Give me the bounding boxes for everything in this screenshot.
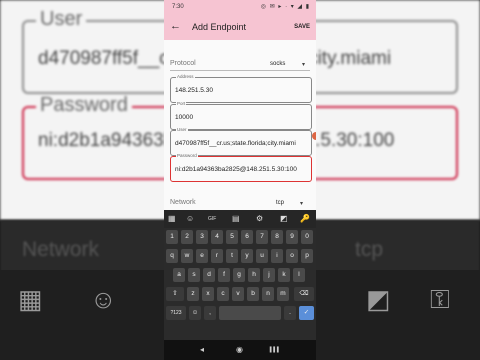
endpoint-form: Protocol socks ▾ Address 148.251.5.30 Po… — [164, 40, 316, 210]
network-label: Network — [170, 199, 196, 206]
key[interactable]: d — [203, 268, 215, 282]
key[interactable]: f — [218, 268, 230, 282]
port-value: 10000 — [175, 114, 194, 121]
backspace-key[interactable]: ⌫ — [294, 287, 314, 301]
key[interactable]: 9 — [286, 230, 298, 244]
key[interactable]: j — [263, 268, 275, 282]
key[interactable]: 1 — [166, 230, 178, 244]
port-field[interactable]: Port 10000 — [170, 101, 312, 130]
key[interactable]: e — [196, 249, 208, 263]
phone-screen: 7:30 ◎ ✉ ▸ · ▾ ◢ ▮ ← Add Endpoint SAVE P… — [164, 0, 316, 360]
protocol-select[interactable]: socks — [270, 61, 285, 67]
network-chevron-icon[interactable]: ▾ — [300, 200, 303, 207]
status-icons: ◎ ✉ ▸ · ▾ ◢ ▮ — [260, 4, 310, 10]
key[interactable]: p — [301, 249, 313, 263]
bg-sticker-icon: ☺ — [90, 284, 117, 314]
key[interactable]: 2 — [181, 230, 193, 244]
page-title: Add Endpoint — [192, 22, 247, 32]
user-value: d470987ff5f__cr.us;state.florida;city.mi… — [175, 140, 296, 147]
app-bar: ← Add Endpoint SAVE — [164, 14, 316, 40]
protocol-divider — [170, 70, 310, 71]
space-key[interactable] — [219, 306, 281, 320]
key[interactable]: t — [226, 249, 238, 263]
bg-network-value: tcp — [355, 238, 384, 261]
key[interactable]: 5 — [226, 230, 238, 244]
emoji-key[interactable]: ☺ — [189, 306, 201, 320]
key[interactable]: b — [247, 287, 259, 301]
key[interactable]: k — [278, 268, 290, 282]
bg-clipboard-icon: ◩ — [366, 284, 391, 314]
nav-recents-icon[interactable]: ▐▐▐ — [268, 347, 279, 353]
key[interactable]: 7 — [256, 230, 268, 244]
password-key-icon[interactable]: 🔑 — [300, 214, 310, 223]
key[interactable]: s — [188, 268, 200, 282]
key[interactable]: c — [217, 287, 229, 301]
key[interactable]: g — [233, 268, 245, 282]
key[interactable]: y — [241, 249, 253, 263]
back-arrow-icon[interactable]: ← — [170, 20, 181, 32]
edge-handle[interactable] — [312, 132, 316, 140]
bg-grid-icon: ▦ — [18, 284, 43, 314]
key[interactable]: h — [248, 268, 260, 282]
shift-key[interactable]: ⇧ — [166, 287, 184, 301]
clipboard-icon[interactable]: ▤ — [232, 214, 240, 223]
apps-grid-icon[interactable]: ▦ — [168, 214, 176, 223]
key[interactable]: z — [187, 287, 199, 301]
key[interactable]: i — [271, 249, 283, 263]
protocol-label: Protocol — [170, 60, 196, 67]
key[interactable]: n — [262, 287, 274, 301]
theme-icon[interactable]: ◩ — [280, 214, 288, 223]
chevron-down-icon[interactable]: ▾ — [302, 61, 305, 68]
password-field[interactable]: Password ni:d2b1a94363ba2825@148.251.5.3… — [170, 153, 312, 182]
save-button[interactable]: SAVE — [294, 24, 310, 30]
keyboard: ▦ ☺ GIF ▤ ⚙ ◩ 🔑 1 2 3 4 5 6 7 8 9 0 q w … — [164, 210, 316, 340]
qwerty-row: q w e r t y u i o p — [166, 249, 314, 265]
bg-user-label: User — [36, 8, 87, 31]
key[interactable]: q — [166, 249, 178, 263]
bg-password-label: Password — [36, 94, 132, 117]
address-value: 148.251.5.30 — [175, 87, 213, 94]
nav-home-icon[interactable]: ◉ — [236, 345, 243, 354]
password-label: Password — [176, 153, 198, 158]
zxcv-row: ⇧ z x c v b n m ⌫ — [166, 287, 314, 303]
key[interactable]: a — [173, 268, 185, 282]
comma-key[interactable]: , — [204, 306, 216, 320]
status-time: 7:30 — [172, 4, 184, 10]
key[interactable]: v — [232, 287, 244, 301]
key[interactable]: u — [256, 249, 268, 263]
key[interactable]: r — [211, 249, 223, 263]
password-value: ni:d2b1a94363ba2825@148.251.5.30:100 — [175, 166, 297, 173]
key[interactable]: o — [286, 249, 298, 263]
asdf-row: a s d f g h j k l — [166, 268, 314, 284]
address-field[interactable]: Address 148.251.5.30 — [170, 74, 312, 103]
key[interactable]: x — [202, 287, 214, 301]
period-key[interactable]: . — [284, 306, 296, 320]
sticker-icon[interactable]: ☺ — [186, 214, 194, 223]
gif-icon[interactable]: GIF — [208, 216, 216, 222]
bottom-row: ?123 ☺ , . ✓ — [166, 306, 314, 322]
network-select[interactable]: tcp — [276, 200, 284, 206]
key[interactable]: 0 — [301, 230, 313, 244]
keyboard-toolbar: ▦ ☺ GIF ▤ ⚙ ◩ 🔑 — [164, 210, 316, 228]
key[interactable]: l — [293, 268, 305, 282]
port-label: Port — [176, 101, 187, 106]
settings-gear-icon[interactable]: ⚙ — [256, 214, 263, 223]
key[interactable]: w — [181, 249, 193, 263]
key[interactable]: 4 — [211, 230, 223, 244]
bg-key-icon: ⚿ — [430, 284, 450, 314]
nav-back-icon[interactable]: ◂ — [200, 345, 204, 354]
enter-key[interactable]: ✓ — [299, 306, 314, 320]
key[interactable]: 3 — [196, 230, 208, 244]
navigation-bar: ◂ ◉ ▐▐▐ — [164, 340, 316, 360]
bg-network-label: Network — [22, 238, 100, 261]
key[interactable]: 8 — [271, 230, 283, 244]
number-row: 1 2 3 4 5 6 7 8 9 0 — [166, 230, 314, 246]
user-label: User — [176, 127, 188, 132]
status-bar: 7:30 ◎ ✉ ▸ · ▾ ◢ ▮ — [164, 0, 316, 14]
symbols-key[interactable]: ?123 — [166, 306, 186, 320]
key[interactable]: m — [277, 287, 289, 301]
key[interactable]: 6 — [241, 230, 253, 244]
address-label: Address — [176, 74, 195, 79]
